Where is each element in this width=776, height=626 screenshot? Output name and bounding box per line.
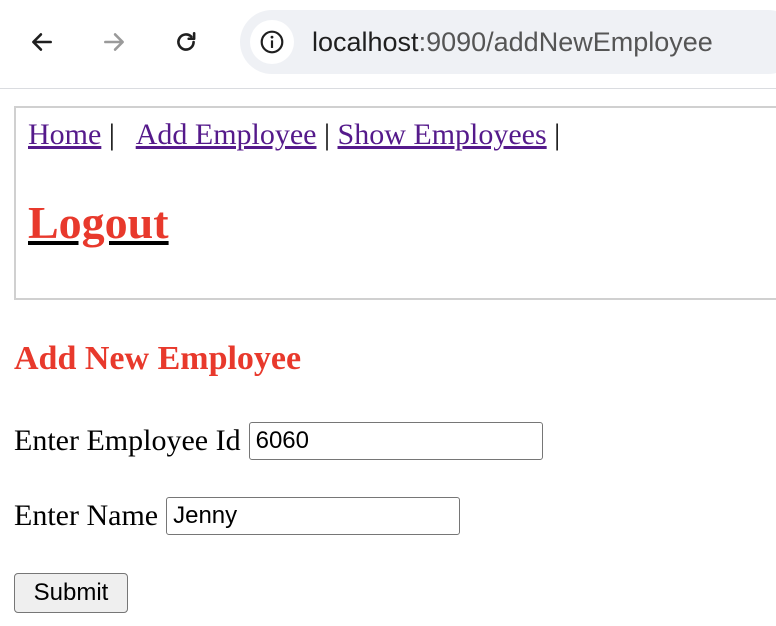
- employee-name-label: Enter Name: [14, 499, 159, 532]
- info-icon: [260, 30, 284, 54]
- logout-link[interactable]: Logout: [28, 196, 169, 249]
- browser-toolbar: localhost:9090/addNewEmployee: [0, 0, 776, 89]
- forward-button[interactable]: [94, 22, 134, 62]
- url-path: :9090/addNewEmployee: [418, 27, 713, 57]
- nav-links: Home | Add Employee | Show Employees |: [28, 118, 560, 152]
- employee-name-input[interactable]: [166, 497, 461, 535]
- add-employee-link[interactable]: Add Employee: [136, 118, 317, 151]
- employee-id-input[interactable]: [248, 422, 543, 460]
- arrow-right-icon: [104, 33, 124, 51]
- url-text[interactable]: localhost:9090/addNewEmployee: [312, 10, 713, 74]
- show-employees-link[interactable]: Show Employees: [338, 118, 547, 151]
- submit-button[interactable]: Submit: [14, 573, 128, 613]
- arrow-left-icon: [32, 33, 52, 51]
- nav-separator: |: [108, 118, 115, 151]
- home-link[interactable]: Home: [28, 118, 101, 151]
- nav-separator: |: [554, 118, 561, 151]
- reload-icon: [177, 32, 196, 51]
- header-nav-box: Home | Add Employee | Show Employees | L…: [14, 106, 776, 300]
- url-host: localhost: [312, 27, 419, 57]
- employee-id-label: Enter Employee Id: [14, 424, 241, 457]
- address-bar[interactable]: localhost:9090/addNewEmployee: [240, 10, 776, 74]
- reload-button[interactable]: [166, 22, 206, 62]
- form-title: Add New Employee: [14, 340, 302, 377]
- site-info-button[interactable]: [250, 20, 294, 64]
- employee-id-row: Enter Employee Id: [14, 422, 543, 460]
- back-button[interactable]: [22, 22, 62, 62]
- nav-separator: |: [324, 118, 331, 151]
- employee-name-row: Enter Name: [14, 497, 461, 535]
